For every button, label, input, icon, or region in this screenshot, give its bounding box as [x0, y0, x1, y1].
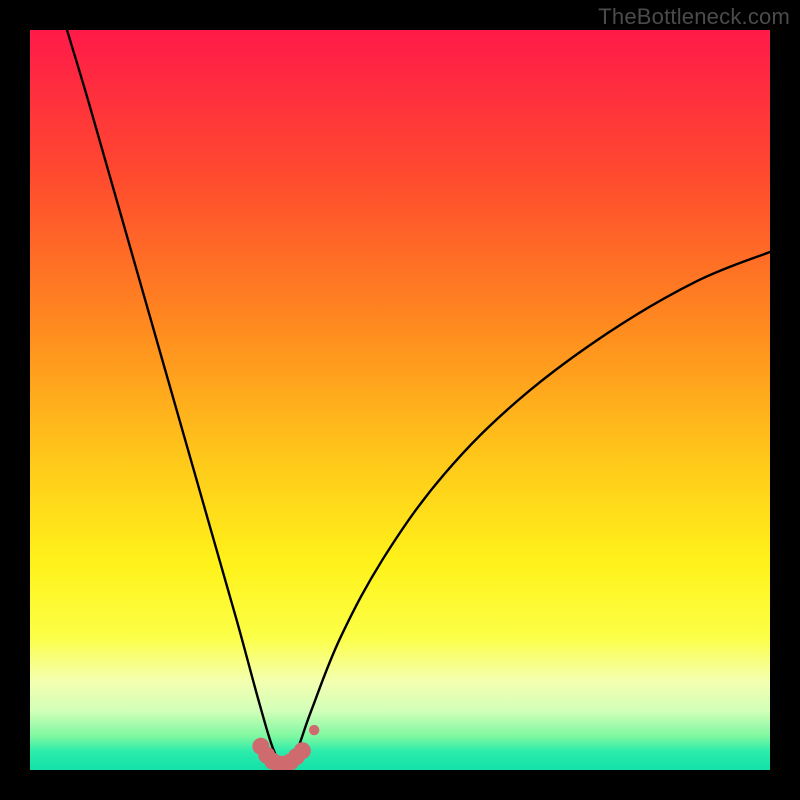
watermark-text: TheBottleneck.com [598, 4, 790, 30]
outer-frame: TheBottleneck.com [0, 0, 800, 800]
trough-marker [309, 725, 319, 735]
bottleneck-chart [30, 30, 770, 770]
trough-marker [294, 742, 311, 759]
gradient-background [30, 30, 770, 770]
plot-area [30, 30, 770, 770]
